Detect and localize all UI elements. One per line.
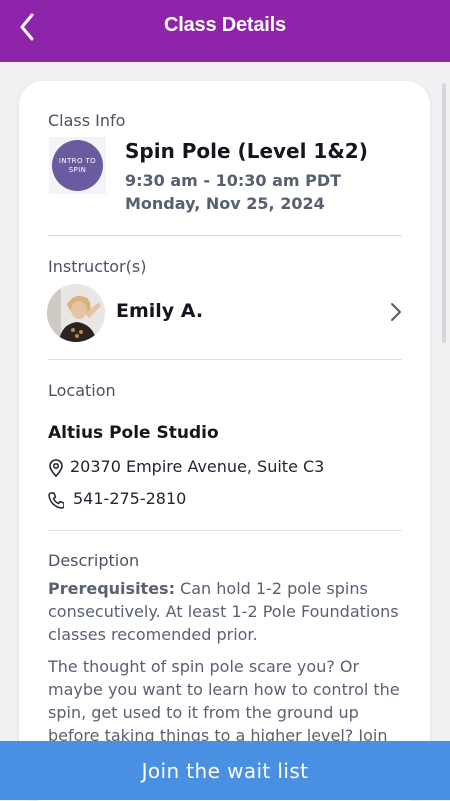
- instructor-avatar[interactable]: [47, 284, 105, 342]
- class-info-label: Class Info: [48, 111, 126, 130]
- studio-name: Altius Pole Studio: [48, 423, 219, 443]
- class-thumbnail-text: INTRO TO SPIN: [52, 140, 103, 191]
- description-label: Description: [48, 551, 140, 570]
- phone-row[interactable]: 541-275-2810: [48, 489, 248, 511]
- address-row[interactable]: 20370 Empire Avenue, Suite C3: [48, 457, 348, 479]
- join-wait-list-button[interactable]: Join the wait list: [0, 741, 450, 800]
- divider: [48, 530, 402, 531]
- instructor-name[interactable]: Emily A.: [116, 300, 203, 322]
- class-date: Monday, Nov 25, 2024: [125, 194, 325, 213]
- prerequisites-text: Prerequisites: Can hold 1-2 pole spins c…: [48, 577, 408, 646]
- prerequisites-label: Prerequisites:: [48, 579, 175, 598]
- page-title: Class Details: [164, 14, 286, 36]
- app-header: Class Details: [0, 0, 450, 62]
- address-text[interactable]: 20370 Empire Avenue, Suite C3: [70, 457, 324, 476]
- divider: [48, 235, 402, 236]
- chevron-right-icon: [391, 303, 401, 321]
- class-name: Spin Pole (Level 1&2): [125, 139, 368, 163]
- avatar-image: [47, 284, 105, 342]
- class-thumbnail: INTRO TO SPIN: [49, 137, 106, 194]
- map-pin-icon: [49, 459, 63, 477]
- scrollbar[interactable]: [442, 83, 446, 343]
- class-time: 9:30 am - 10:30 am PDT: [125, 171, 342, 190]
- phone-icon: [48, 492, 64, 509]
- location-label: Location: [48, 381, 116, 400]
- phone-text[interactable]: 541-275-2810: [73, 489, 186, 508]
- instructor-label: Instructor(s): [48, 257, 147, 276]
- divider: [48, 359, 402, 360]
- instructor-chevron[interactable]: [386, 301, 406, 323]
